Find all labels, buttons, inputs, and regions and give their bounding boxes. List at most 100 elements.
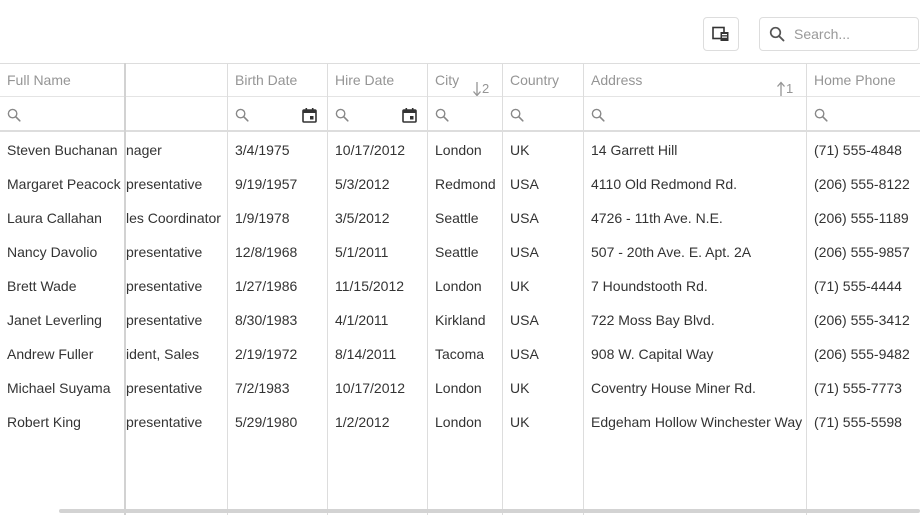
filter-cell-home-phone[interactable] (807, 98, 920, 131)
sort-asc-icon (777, 81, 785, 96)
filter-cell-birth-date[interactable] (228, 98, 327, 131)
cell-position: presentative (126, 244, 203, 260)
cell-position: ident, Sales (126, 346, 200, 362)
cell-full-name: Margaret Peacock (7, 176, 121, 192)
filter-cell-full-name[interactable] (0, 98, 124, 131)
cell-address: 507 - 20th Ave. E. Apt. 2A (591, 244, 752, 260)
calendar-icon[interactable] (302, 108, 317, 123)
filter-search-icon (510, 108, 524, 122)
cell-city: London (435, 142, 482, 158)
header-divider (0, 96, 920, 97)
column-header-birth-date[interactable]: Birth Date (228, 64, 327, 97)
cell-country: USA (510, 346, 539, 362)
sort-index: 2 (482, 81, 490, 96)
calendar-icon[interactable] (402, 108, 417, 123)
filter-search-icon (591, 108, 605, 122)
column-header-full-name[interactable]: Full Name (0, 64, 124, 97)
column-divider (327, 63, 328, 515)
cell-address: Edgeham Hollow Winchester Way (591, 414, 803, 430)
cell-country: USA (510, 176, 539, 192)
cell-birth-date: 2/19/1972 (235, 346, 298, 362)
cell-position: presentative (126, 176, 203, 192)
cell-position: presentative (126, 278, 203, 294)
data-grid: Full Name Birth Date Hire Date City 2 Co… (0, 63, 920, 523)
cell-home-phone: (206) 555-1189 (814, 210, 909, 226)
column-header-label (126, 72, 133, 88)
sort-index: 1 (786, 81, 794, 96)
cell-birth-date: 12/8/1968 (235, 244, 298, 260)
filter-row-divider (0, 130, 920, 132)
column-chooser-icon (712, 26, 729, 41)
table-row[interactable]: Margaret Peacock presentative 9/19/1957 … (0, 167, 920, 201)
column-header-country[interactable]: Country (503, 64, 583, 97)
cell-hire-date: 5/3/2012 (335, 176, 390, 192)
table-row[interactable]: Nancy Davolio presentative 12/8/1968 5/1… (0, 235, 920, 269)
column-header-city[interactable]: City 2 (428, 64, 502, 97)
cell-home-phone: (71) 555-4444 (814, 278, 902, 294)
column-header-position[interactable] (126, 64, 227, 97)
column-header-label: Full Name (7, 72, 71, 88)
column-divider (502, 63, 503, 515)
search-input[interactable] (794, 24, 914, 44)
table-row[interactable]: Laura Callahan les Coordinator 1/9/1978 … (0, 201, 920, 235)
cell-address: 14 Garrett Hill (591, 142, 678, 158)
filter-cell-city[interactable] (428, 98, 502, 131)
column-divider (806, 63, 807, 515)
column-divider (227, 63, 228, 515)
horizontal-scrollbar[interactable] (59, 509, 920, 513)
column-header-address[interactable]: Address 1 (584, 64, 806, 97)
cell-home-phone: (71) 555-5598 (814, 414, 902, 430)
cell-country: UK (510, 414, 530, 430)
cell-hire-date: 11/15/2012 (335, 278, 405, 294)
cell-city: Tacoma (435, 346, 485, 362)
cell-city: London (435, 278, 482, 294)
cell-position: presentative (126, 414, 203, 430)
cell-birth-date: 8/30/1983 (235, 312, 298, 328)
column-header-label: City (435, 72, 460, 88)
cell-city: Seattle (435, 244, 479, 260)
cell-home-phone: (206) 555-9482 (814, 346, 910, 362)
cell-hire-date: 4/1/2011 (335, 312, 389, 328)
filter-cell-address[interactable] (584, 98, 806, 131)
cell-full-name: Janet Leverling (7, 312, 102, 328)
cell-country: UK (510, 142, 530, 158)
cell-city: Kirkland (435, 312, 486, 328)
grid-toolbar (0, 0, 920, 63)
column-chooser-button[interactable] (703, 17, 739, 51)
table-row[interactable]: Janet Leverling presentative 8/30/1983 4… (0, 303, 920, 337)
cell-city: Seattle (435, 210, 479, 226)
cell-city: London (435, 414, 482, 430)
cell-country: USA (510, 244, 539, 260)
cell-hire-date: 3/5/2012 (335, 210, 390, 226)
cell-country: USA (510, 312, 539, 328)
table-row[interactable]: Steven Buchanan nager 3/4/1975 10/17/201… (0, 133, 920, 167)
cell-home-phone: (206) 555-8122 (814, 176, 910, 192)
cell-position: presentative (126, 380, 203, 396)
table-row[interactable]: Michael Suyama presentative 7/2/1983 10/… (0, 371, 920, 405)
cell-full-name: Steven Buchanan (7, 142, 118, 158)
cell-address: 722 Moss Bay Blvd. (591, 312, 715, 328)
table-row[interactable]: Brett Wade presentative 1/27/1986 11/15/… (0, 269, 920, 303)
cell-country: USA (510, 210, 539, 226)
cell-home-phone: (71) 555-7773 (814, 380, 902, 396)
column-divider (583, 63, 584, 515)
search-panel[interactable] (759, 17, 919, 51)
column-header-hire-date[interactable]: Hire Date (328, 64, 427, 97)
table-row[interactable]: Andrew Fuller ident, Sales 2/19/1972 8/1… (0, 337, 920, 371)
column-header-home-phone[interactable]: Home Phone (807, 64, 920, 97)
sort-indicator: 1 (776, 72, 793, 97)
cell-address: 7 Houndstooth Rd. (591, 278, 708, 294)
filter-search-icon (235, 108, 249, 122)
cell-city: Redmond (435, 176, 496, 192)
cell-home-phone: (206) 555-9857 (814, 244, 910, 260)
cell-city: London (435, 380, 482, 396)
cell-position: nager (126, 142, 162, 158)
cell-full-name: Laura Callahan (7, 210, 102, 226)
filter-cell-country[interactable] (503, 98, 583, 131)
filter-search-icon (814, 108, 828, 122)
table-row[interactable]: Robert King presentative 5/29/1980 1/2/2… (0, 405, 920, 439)
filter-search-icon (7, 108, 21, 122)
cell-position: presentative (126, 312, 203, 328)
cell-address: 4110 Old Redmond Rd. (591, 176, 738, 192)
filter-cell-hire-date[interactable] (328, 98, 427, 131)
